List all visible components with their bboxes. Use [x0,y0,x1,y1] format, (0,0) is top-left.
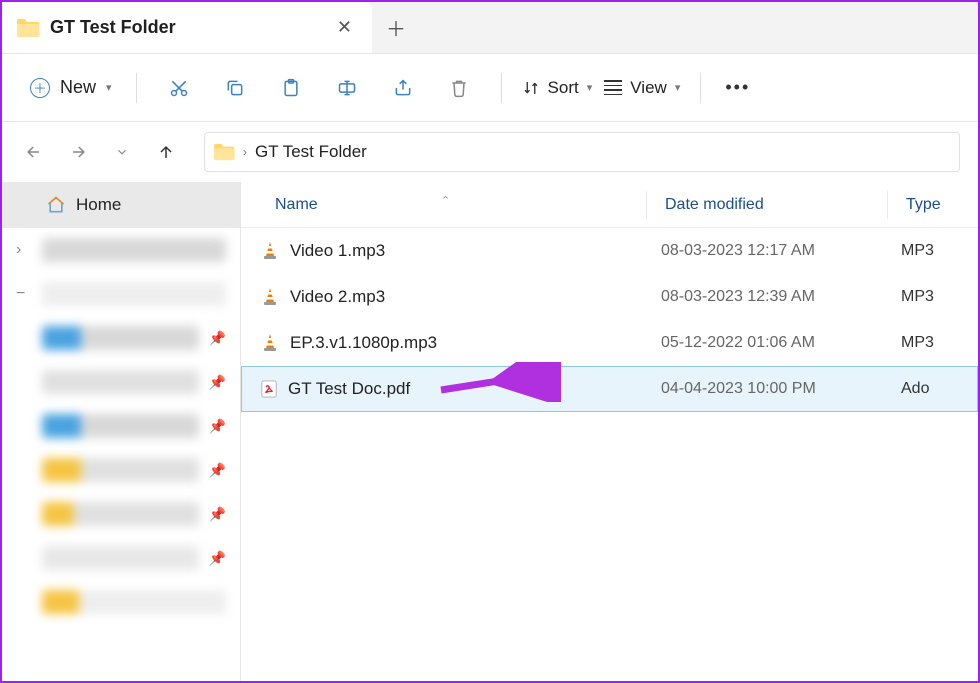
plus-circle-icon: ＋ [30,78,50,98]
vlc-icon [260,241,280,261]
file-name: EP.3.v1.1080p.mp3 [290,333,437,353]
new-button-label: New [60,77,96,98]
separator [700,73,701,103]
sort-indicator-icon: ⌃ [441,194,450,207]
column-header-name[interactable]: ⌃ Name [241,196,646,214]
sort-label: Sort [548,78,579,98]
home-icon [46,195,66,215]
back-button[interactable] [20,138,48,166]
sidebar-item-blurred[interactable] [2,580,240,624]
column-headers: ⌃ Name Date modified Type [241,182,978,228]
file-list: Video 1.mp308-03-2023 12:17 AMMP3Video 2… [241,228,978,412]
vlc-icon [260,333,280,353]
file-type: MP3 [887,334,977,352]
share-icon[interactable] [383,68,423,108]
paste-icon[interactable] [271,68,311,108]
file-type: Ado [887,380,977,398]
file-list-area: ⌃ Name Date modified Type Video 1.mp3 08-… [240,182,978,681]
forward-button[interactable] [64,138,92,166]
file-type: MP3 [887,288,977,306]
chevron-down-icon: ▾ [675,81,681,94]
folder-icon [16,18,40,38]
view-label: View [630,78,667,98]
toolbar: ＋ New ▾ Sort ▾ View ▾ ••• [2,54,978,122]
address-row: › GT Test Folder [2,122,978,182]
copy-icon[interactable] [215,68,255,108]
file-row[interactable]: Video 1.mp3 08-03-2023 12:17 AMMP3 [241,228,978,274]
chevron-down-icon: ▾ [106,81,112,94]
sidebar-item-blurred[interactable]: 📌 [2,536,240,580]
sidebar-item-blurred[interactable]: › [2,228,240,272]
cut-icon[interactable] [159,68,199,108]
pin-icon: 📌 [209,506,226,523]
sidebar-item-blurred[interactable]: − [2,272,240,316]
sidebar-item-blurred[interactable]: 📌 [2,448,240,492]
pin-icon: 📌 [209,462,226,479]
tab-title: GT Test Folder [50,17,323,38]
new-button[interactable]: ＋ New ▾ [20,71,122,104]
file-row[interactable]: Video 2.mp3 08-03-2023 12:39 AMMP3 [241,274,978,320]
pin-icon: 📌 [209,330,226,347]
file-date: 05-12-2022 01:06 AM [647,334,887,352]
file-name: Video 1.mp3 [290,241,385,261]
rename-icon[interactable] [327,68,367,108]
file-date: 08-03-2023 12:39 AM [647,288,887,306]
breadcrumb-current[interactable]: GT Test Folder [255,142,367,162]
address-bar[interactable]: › GT Test Folder [204,132,960,172]
file-date: 04-04-2023 10:00 PM [647,380,887,398]
file-row[interactable]: GT Test Doc.pdf 04-04-2023 10:00 PMAdo [241,366,978,412]
tab-bar: GT Test Folder ✕ ＋ [2,2,978,54]
file-name: Video 2.mp3 [290,287,385,307]
sidebar-item-label: Home [76,195,121,215]
sidebar-item-blurred[interactable]: 📌 [2,360,240,404]
separator [501,73,502,103]
tab-active[interactable]: GT Test Folder ✕ [2,2,372,53]
recent-locations-button[interactable] [108,138,136,166]
view-list-icon [604,80,622,95]
more-button[interactable]: ••• [715,71,760,104]
sidebar-item-blurred[interactable]: 📌 [2,404,240,448]
sort-button[interactable]: Sort ▾ [516,72,599,104]
pin-icon: 📌 [209,550,226,567]
folder-icon [213,143,235,161]
content-area: Home › − 📌 📌 📌 📌 📌 📌 ⌃ Name Date modifie… [2,182,978,681]
view-button[interactable]: View ▾ [598,72,686,104]
separator [136,73,137,103]
file-type: MP3 [887,242,977,260]
file-date: 08-03-2023 12:17 AM [647,242,887,260]
up-button[interactable] [152,138,180,166]
breadcrumb-separator: › [243,145,247,159]
pdf-icon [260,380,278,398]
sidebar-item-blurred[interactable]: 📌 [2,316,240,360]
sidebar-item-blurred[interactable]: 📌 [2,492,240,536]
close-icon[interactable]: ✕ [333,13,356,42]
sort-icon [522,79,540,97]
file-row[interactable]: EP.3.v1.1080p.mp3 05-12-2022 01:06 AMMP3 [241,320,978,366]
new-tab-button[interactable]: ＋ [372,2,420,53]
navigation-pane: Home › − 📌 📌 📌 📌 📌 📌 [2,182,240,681]
vlc-icon [260,287,280,307]
file-name: GT Test Doc.pdf [288,379,410,399]
delete-icon[interactable] [439,68,479,108]
column-header-date[interactable]: Date modified [647,196,887,214]
pin-icon: 📌 [209,418,226,435]
chevron-down-icon: ▾ [587,81,593,94]
column-header-type[interactable]: Type [888,196,978,214]
pin-icon: 📌 [209,374,226,391]
sidebar-item-home[interactable]: Home [2,182,240,228]
